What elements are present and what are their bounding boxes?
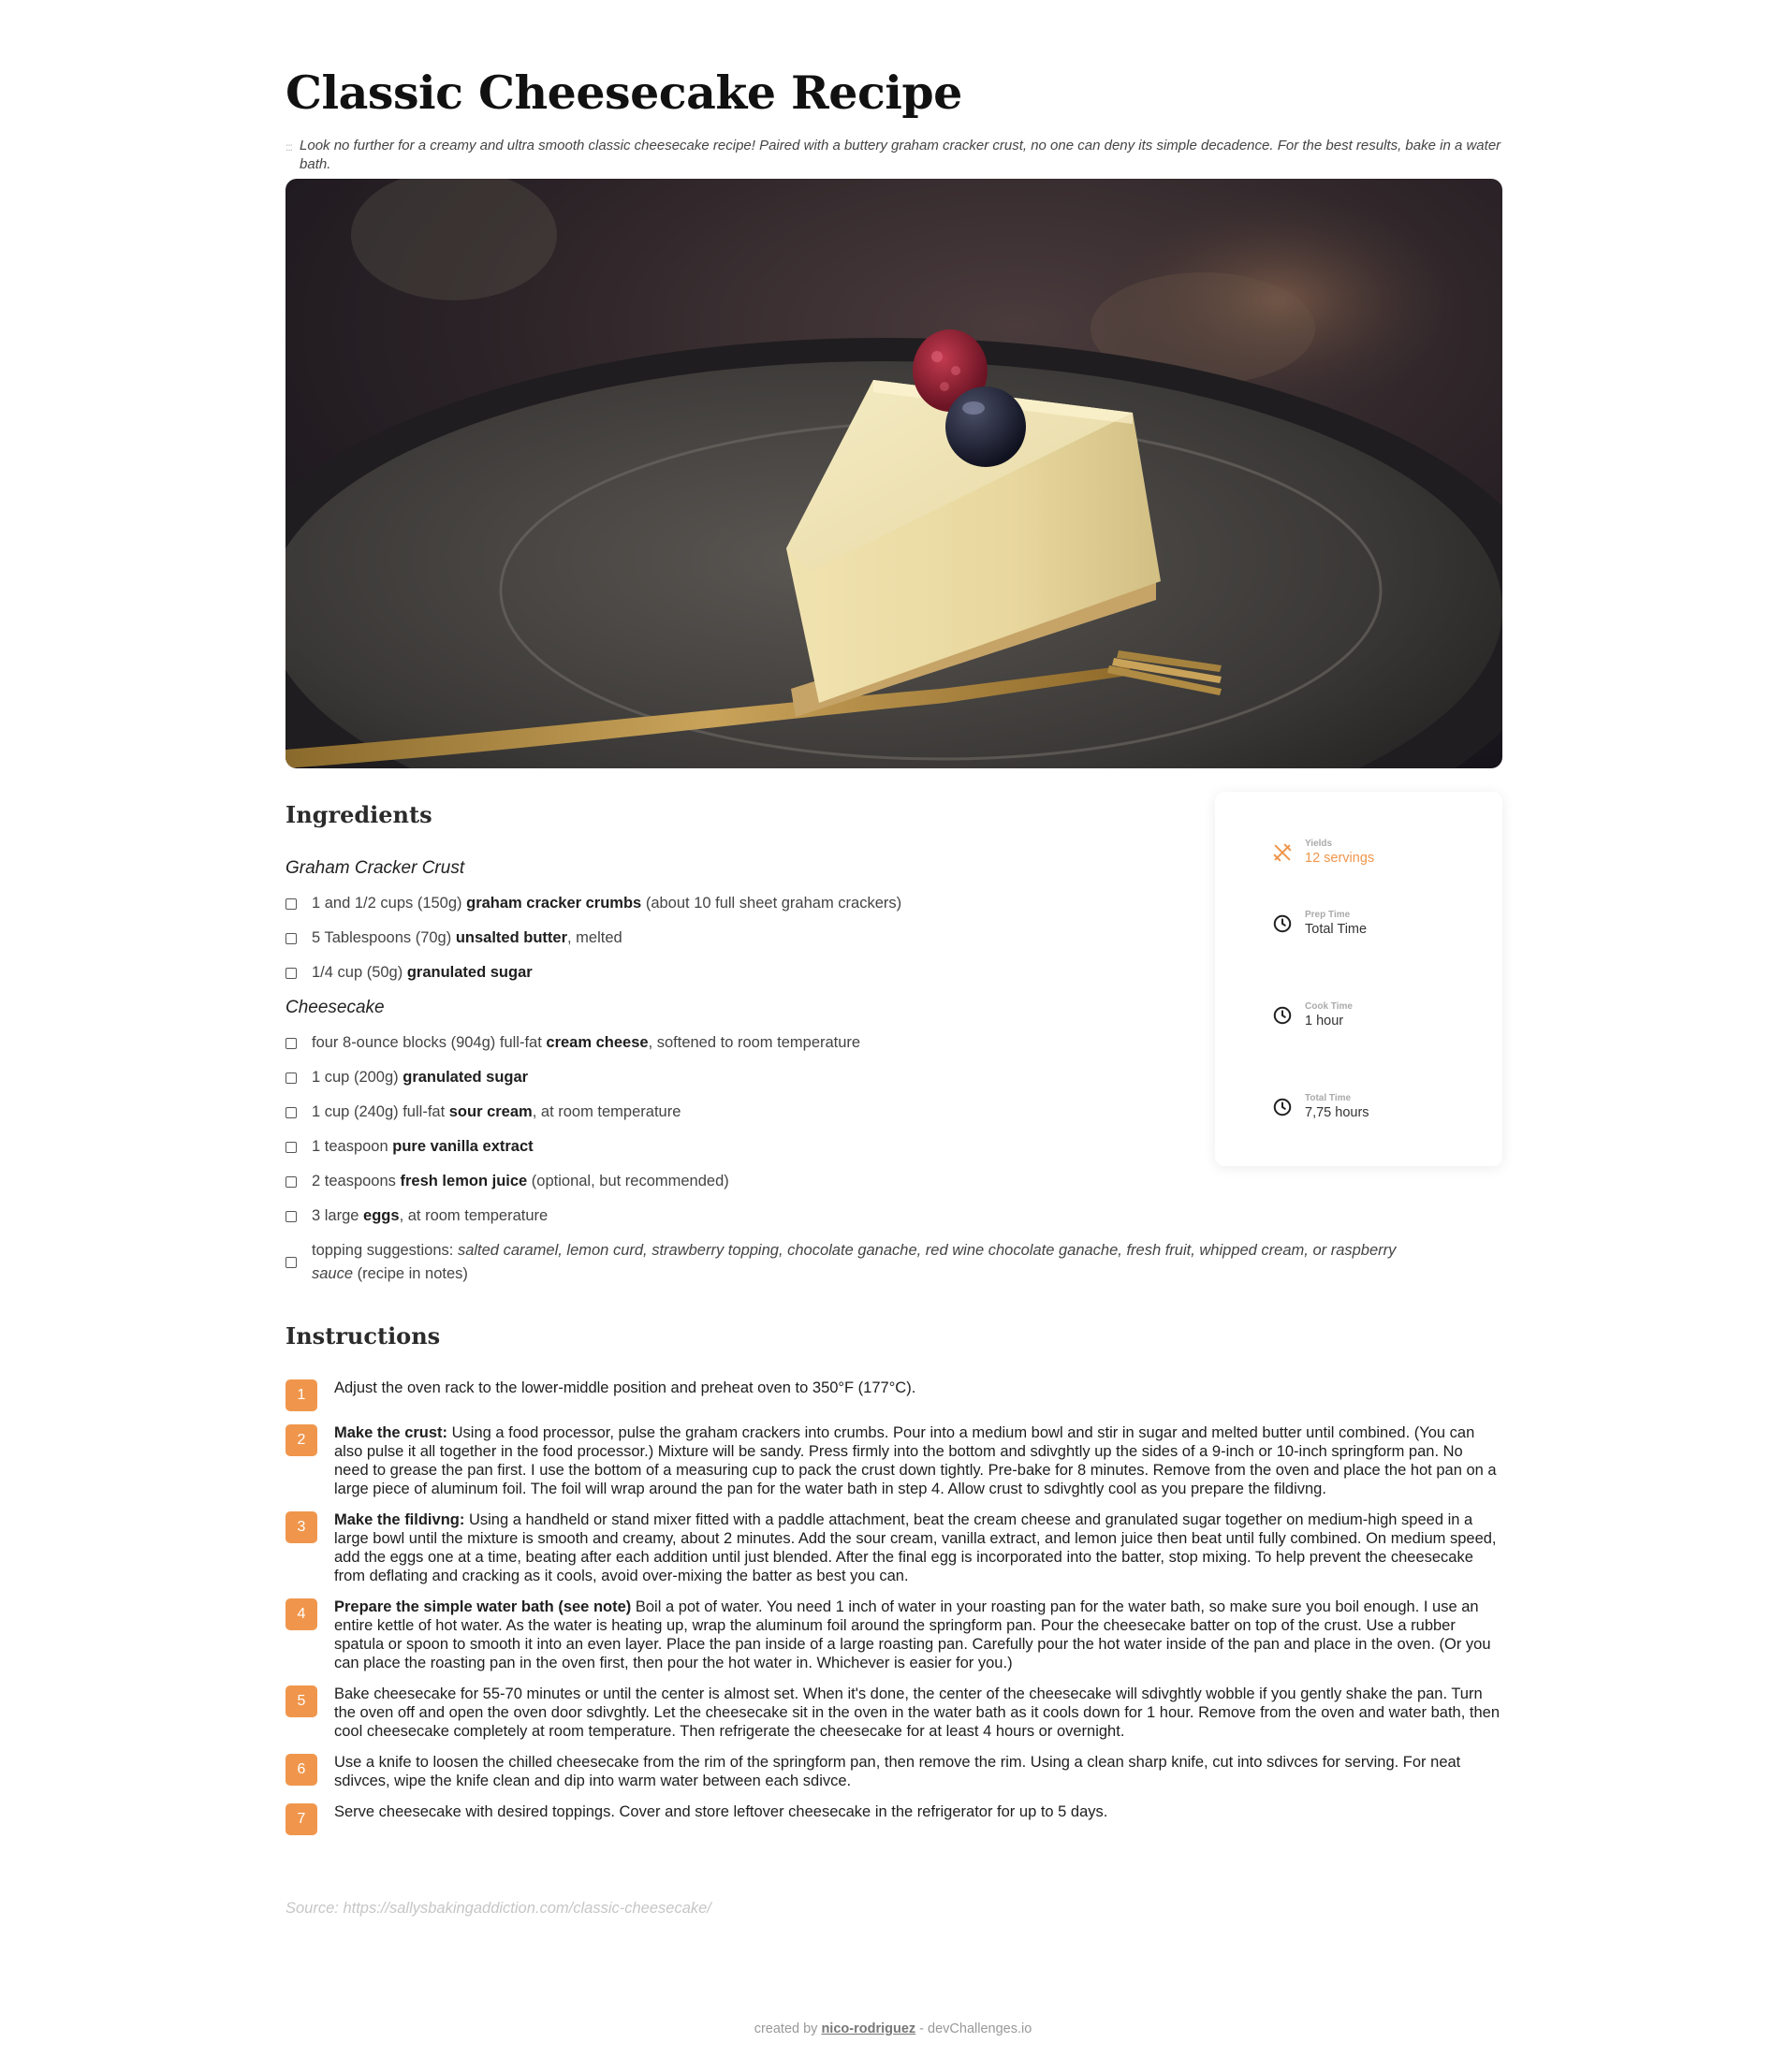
- prep-time-value: Total Time: [1305, 922, 1368, 937]
- prep-time-row: Prep Time Total Time: [1271, 910, 1367, 938]
- total-time-label: Total Time: [1305, 1093, 1352, 1103]
- instructions-list: 1 Adjust the oven rack to the lower-midd…: [285, 1379, 1502, 1847]
- instruction-step: 1 Adjust the oven rack to the lower-midd…: [285, 1379, 1502, 1411]
- step-number: 7: [285, 1803, 317, 1835]
- cook-time-value: 1 hour: [1305, 1014, 1344, 1029]
- step-text: Adjust the oven rack to the lower-middle…: [334, 1379, 916, 1396]
- footer-suffix: - devChallenges.io: [915, 2021, 1032, 2036]
- ingredient-checkbox[interactable]: [285, 1106, 297, 1118]
- ingredient-item[interactable]: 2 teaspoons fresh lemon juice (optional,…: [285, 1170, 1502, 1193]
- intro-text: Look no further for a creamy and ultra s…: [300, 138, 1501, 172]
- yields-value: 12 servings: [1305, 851, 1375, 866]
- instruction-step: 5 Bake cheesecake for 55-70 minutes or u…: [285, 1685, 1502, 1741]
- ingredient-checkbox[interactable]: [285, 897, 297, 910]
- ingredient-checkbox[interactable]: [285, 1072, 297, 1084]
- ingredient-checkbox[interactable]: [285, 967, 297, 979]
- author-link[interactable]: nico-rodriguez: [821, 2021, 915, 2036]
- page-title: Classic Cheesecake Recipe: [285, 66, 962, 120]
- clock-icon: [1271, 1096, 1294, 1118]
- ingredients-heading: Ingredients: [285, 801, 432, 828]
- step-text: Prepare the simple water bath (see note)…: [334, 1598, 1491, 1671]
- clock-icon: [1271, 912, 1294, 935]
- step-text: Bake cheesecake for 55-70 minutes or unt…: [334, 1685, 1501, 1740]
- utensils-icon: [1271, 841, 1294, 864]
- ingredient-item-topping[interactable]: topping suggestions: salted caramel, lem…: [285, 1239, 1502, 1286]
- step-number: 5: [285, 1685, 317, 1717]
- step-number: 3: [285, 1511, 317, 1543]
- ingredient-checkbox[interactable]: [285, 1175, 297, 1188]
- intro: ::: Look no further for a creamy and ult…: [285, 137, 1502, 174]
- drag-handle-icon[interactable]: :::: [285, 137, 293, 174]
- ingredient-checkbox[interactable]: [285, 1037, 297, 1049]
- instruction-step: 2 Make the crust: Using a food processor…: [285, 1423, 1502, 1498]
- total-time-row: Total Time 7,75 hours: [1271, 1093, 1369, 1121]
- step-number: 6: [285, 1754, 317, 1786]
- hero-image: [285, 179, 1502, 768]
- step-text: Use a knife to loosen the chilled cheese…: [334, 1754, 1461, 1789]
- ingredient-checkbox[interactable]: [285, 1257, 297, 1268]
- ingredient-checkbox[interactable]: [285, 932, 297, 944]
- instruction-step: 3 Make the fildivng: Using a handheld or…: [285, 1510, 1502, 1585]
- instruction-step: 7 Serve cheesecake with desired toppings…: [285, 1802, 1502, 1835]
- ingredient-checkbox[interactable]: [285, 1141, 297, 1153]
- cook-time-label: Cook Time: [1305, 1001, 1353, 1012]
- total-time-value: 7,75 hours: [1305, 1105, 1369, 1120]
- instruction-step: 4 Prepare the simple water bath (see not…: [285, 1598, 1502, 1672]
- step-number: 4: [285, 1598, 317, 1630]
- step-text: Make the crust: Using a food processor, …: [334, 1424, 1497, 1497]
- recipe-page: Classic Cheesecake Recipe ::: Look no fu…: [0, 0, 1786, 2072]
- step-number: 2: [285, 1424, 317, 1456]
- cheesecake-photo: [285, 179, 1502, 768]
- ingredient-checkbox[interactable]: [285, 1210, 297, 1222]
- footer-prefix: created by: [754, 2021, 822, 2036]
- instruction-step: 6 Use a knife to loosen the chilled chee…: [285, 1753, 1502, 1790]
- recipe-meta-card: Yields 12 servings Prep Time Total Time: [1215, 792, 1502, 1166]
- ingredient-item[interactable]: 3 large eggs, at room temperature: [285, 1204, 1502, 1228]
- cook-time-row: Cook Time 1 hour: [1271, 1001, 1353, 1029]
- ingredient-text: 3 large eggs, at room temperature: [312, 1207, 549, 1224]
- ingredient-text: topping suggestions: salted caramel, lem…: [312, 1242, 1397, 1282]
- ingredient-text: 2 teaspoons fresh lemon juice (optional,…: [312, 1173, 729, 1189]
- instructions-heading: Instructions: [285, 1322, 441, 1350]
- footer: created by nico-rodriguez - devChallenge…: [0, 2021, 1786, 2036]
- prep-time-label: Prep Time: [1305, 910, 1351, 920]
- yields-row: Yields 12 servings: [1271, 839, 1374, 867]
- step-number: 1: [285, 1379, 317, 1411]
- yields-label: Yields: [1305, 839, 1333, 849]
- step-text: Serve cheesecake with desired toppings. …: [334, 1803, 1108, 1820]
- step-text: Make the fildivng: Using a handheld or s…: [334, 1511, 1497, 1584]
- clock-icon: [1271, 1004, 1294, 1027]
- source-link[interactable]: Source: https://sallysbakingaddiction.co…: [285, 1900, 711, 1918]
